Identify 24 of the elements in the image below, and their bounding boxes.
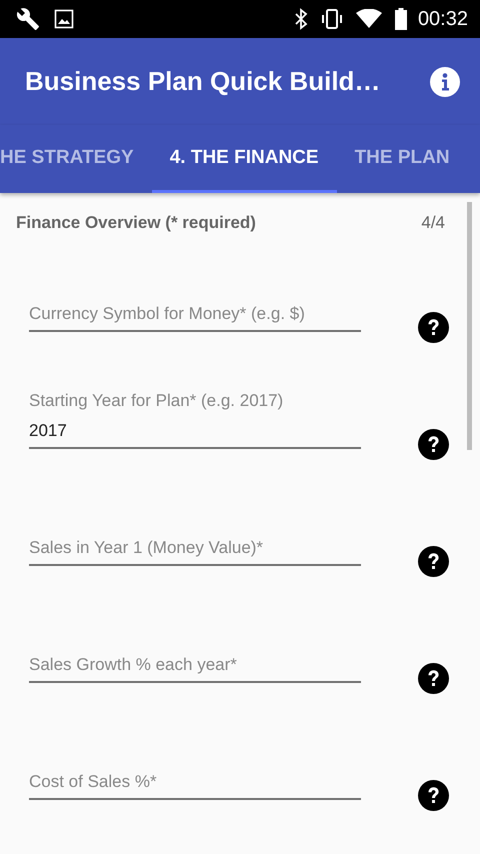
help-icon[interactable] <box>418 546 449 577</box>
app-title: Business Plan Quick Build… <box>25 66 382 97</box>
text-field[interactable]: Cost of Sales %* <box>29 720 361 800</box>
help-icon[interactable] <box>418 663 449 694</box>
text-field[interactable]: Starting Year for Plan* (e.g. 2017) 2017 <box>29 369 361 449</box>
tab[interactable]: THE PLAN <box>336 125 468 193</box>
tab[interactable]: 4. THE FINANCE <box>152 125 337 193</box>
page-counter: 4/4 <box>421 212 445 232</box>
wrench-icon <box>16 7 40 31</box>
wifi-icon <box>356 9 382 29</box>
clock-time: 00:32 <box>418 8 468 30</box>
vibrate-icon <box>320 8 344 30</box>
tab[interactable]: HE STRATEGY <box>0 125 152 193</box>
text-field[interactable]: Sales in Year 1 (Money Value)* <box>29 486 361 566</box>
bluetooth-icon <box>294 8 308 30</box>
help-icon[interactable] <box>418 429 449 460</box>
image-icon <box>54 9 74 29</box>
text-field[interactable]: Currency Symbol for Money* (e.g. $) <box>29 252 361 332</box>
info-icon[interactable] <box>430 66 460 96</box>
help-icon[interactable] <box>418 312 449 343</box>
help-icon[interactable] <box>418 780 449 811</box>
section-title: Finance Overview (* required) <box>16 212 256 232</box>
battery-icon <box>394 8 408 30</box>
text-field[interactable]: Sales Growth % each year* <box>29 603 361 683</box>
